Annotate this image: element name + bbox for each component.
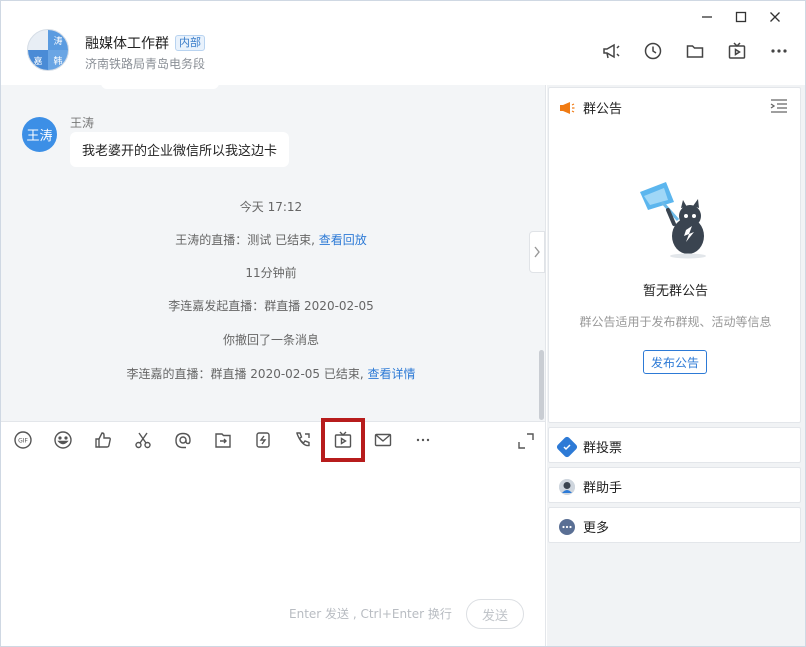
maximize-button[interactable] <box>733 9 749 25</box>
system-message: 11分钟前 <box>1 264 541 281</box>
header-toolbar <box>601 41 789 61</box>
system-message: 王涛的直播：测试 已结束, 查看回放 <box>1 231 541 248</box>
message-bubble[interactable]: 我老婆开的企业微信所以我这边卡 <box>70 132 290 167</box>
assistant-label: 群助手 <box>583 481 623 496</box>
announcement-icon[interactable] <box>601 41 621 61</box>
group-name-row: 融媒体工作群 内部 <box>85 33 205 53</box>
view-replay-link[interactable]: 查看回放 <box>319 233 367 247</box>
system-message: 李连嘉的直播：群直播 2020-02-05 已结束, 查看详情 <box>1 365 541 382</box>
megaphone-icon <box>560 101 575 114</box>
system-text: 王涛的直播：测试 已结束, <box>175 233 319 247</box>
collapse-panel-button[interactable] <box>529 231 545 273</box>
group-name[interactable]: 融媒体工作群 <box>85 33 169 53</box>
send-hint: Enter 发送 , Ctrl+Enter 换行 <box>289 607 452 621</box>
system-text: 今天 17:12 <box>239 200 303 214</box>
group-notice-panel: 群公告 暂无群公告 群公告适用于发布群规、活动等信息 发布公告 <box>548 87 801 423</box>
empty-notice-title: 暂无群公告 <box>642 284 708 299</box>
system-message: 你撤回了一条消息 <box>1 331 541 348</box>
share-screen-icon[interactable] <box>213 430 233 450</box>
minimize-button[interactable] <box>699 9 715 25</box>
avatar-cell: 涛 <box>48 30 68 50</box>
message-list[interactable]: 王涛 王涛 我老婆开的企业微信所以我这边卡 今天 17:12 王涛的直播：测试 … <box>1 79 546 421</box>
group-subtitle: 济南铁路局青岛电务段 <box>85 57 206 71</box>
notice-menu-icon[interactable] <box>770 98 788 114</box>
scrollbar[interactable] <box>539 350 544 420</box>
chat-window: 涛 嘉 韩 融媒体工作群 内部 济南铁路局青岛电务段 王涛 王涛 我老婆开的企业… <box>0 0 806 647</box>
vote-row: 群投票 <box>555 435 623 458</box>
assistant-icon <box>559 478 575 495</box>
more-dots-icon <box>559 518 575 535</box>
call-icon[interactable] <box>293 430 313 450</box>
group-avatar[interactable]: 涛 嘉 韩 <box>27 29 69 71</box>
publish-notice-button[interactable]: 发布公告 <box>643 350 707 374</box>
svg-text:GIF: GIF <box>18 438 28 445</box>
sender-name: 王涛 <box>70 116 95 130</box>
assistant-row: 群助手 <box>559 477 622 496</box>
message-input-area[interactable]: GIF Enter 发送 , Ctrl+Enter 换行 发送 <box>1 418 546 646</box>
at-icon[interactable] <box>173 430 193 450</box>
window-controls <box>699 9 783 25</box>
avatar[interactable]: 王涛 <box>22 117 57 152</box>
folder-icon[interactable] <box>685 41 705 61</box>
more-row: 更多 <box>559 517 609 536</box>
system-text: 你撤回了一条消息 <box>222 333 319 347</box>
red-packet-icon[interactable] <box>253 430 273 450</box>
scissors-icon[interactable] <box>133 430 153 450</box>
system-text: 李连嘉的直播：群直播 2020-02-05 已结束, <box>126 367 368 381</box>
thumbs-up-icon[interactable] <box>93 430 113 450</box>
empty-notice-illustration <box>634 180 714 260</box>
more-icon[interactable] <box>413 430 433 450</box>
group-vote-item[interactable]: 群投票 <box>548 427 801 463</box>
empty-notice-description: 群公告适用于发布群规、活动等信息 <box>579 315 772 329</box>
expand-icon[interactable] <box>517 432 535 450</box>
system-text: 11分钟前 <box>245 266 297 280</box>
side-panel: 群公告 暂无群公告 群公告适用于发布群规、活动等信息 发布公告 群投票 群助手 … <box>547 85 805 646</box>
vote-label: 群投票 <box>583 441 623 456</box>
notice-title-row: 群公告 <box>559 98 622 117</box>
live-stream-icon[interactable] <box>321 418 365 462</box>
vote-icon <box>555 435 579 458</box>
view-details-link[interactable]: 查看详情 <box>367 367 415 381</box>
previous-message-bubble <box>101 79 219 89</box>
group-assistant-item[interactable]: 群助手 <box>548 467 801 503</box>
system-message: 今天 17:12 <box>1 198 541 215</box>
send-button[interactable]: 发送 <box>466 599 524 629</box>
more-icon[interactable] <box>769 41 789 61</box>
chat-header: 涛 嘉 韩 融媒体工作群 内部 济南铁路局青岛电务段 <box>1 1 805 85</box>
avatar-cell: 嘉 <box>28 50 48 70</box>
system-message: 李连嘉发起直播：群直播 2020-02-05 <box>1 297 541 314</box>
live-icon[interactable] <box>727 41 747 61</box>
mail-icon[interactable] <box>373 430 393 450</box>
more-label: 更多 <box>583 521 610 536</box>
emoji-icon[interactable] <box>53 430 73 450</box>
more-item[interactable]: 更多 <box>548 507 801 543</box>
internal-badge: 内部 <box>175 35 205 51</box>
gif-icon[interactable]: GIF <box>13 430 33 450</box>
history-icon[interactable] <box>643 41 663 61</box>
system-text: 李连嘉发起直播：群直播 2020-02-05 <box>168 299 374 313</box>
notice-title: 群公告 <box>583 102 623 117</box>
avatar-cell: 韩 <box>48 50 68 70</box>
close-button[interactable] <box>767 9 783 25</box>
input-toolbar: GIF <box>13 418 433 462</box>
